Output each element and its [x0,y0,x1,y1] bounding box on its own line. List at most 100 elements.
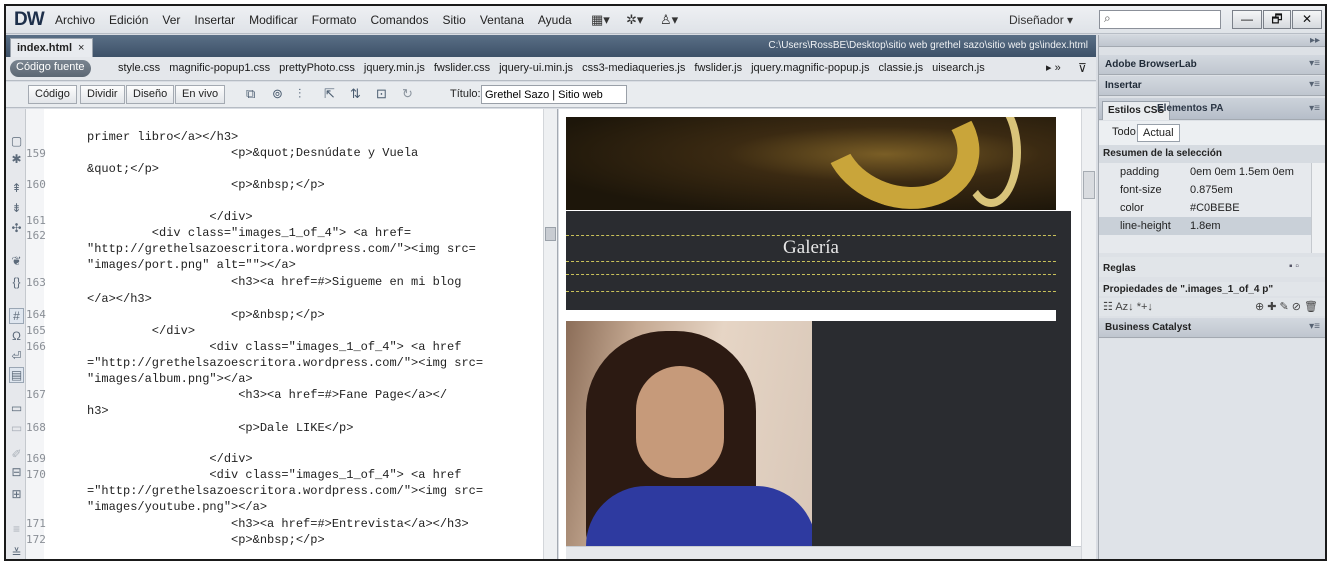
dock-collapse-bar[interactable]: ▸▸ [1099,35,1325,47]
help-search-input[interactable]: ⌕ [1099,10,1221,29]
preview-browser-icon[interactable]: ⇱ [324,86,335,102]
insertar-panel-header[interactable]: Insertar ▾≡ [1099,76,1325,96]
menu-modificar[interactable]: Modificar [242,13,305,27]
property-row-selected[interactable]: line-height 1.8em [1099,217,1311,235]
mode-current-button[interactable]: Actual [1137,124,1180,142]
menu-insertar[interactable]: Insertar [187,13,242,27]
expand-icon[interactable]: ▸▸ [1310,35,1320,46]
show-code-navigator-icon[interactable]: ✱ [9,152,24,166]
code-line: <p>Dale LIKE</p> [87,421,354,435]
business-catalyst-header[interactable]: Business Catalyst ▾≡ [1099,318,1325,338]
property-row[interactable]: font-size 0.875em [1099,181,1311,199]
tab-ap-elements[interactable]: Elementos PA [1157,103,1224,114]
multiscreen-icon[interactable]: ⫶ [298,86,301,102]
properties-scrollbar[interactable] [1311,163,1325,253]
format-source-icon[interactable]: ≚ [9,546,24,559]
related-file[interactable]: style.css [118,62,160,74]
live-view-button[interactable]: En vivo [175,85,226,104]
open-documents-icon[interactable]: ▢ [9,134,24,148]
design-view[interactable]: Galería [559,109,1096,559]
related-file[interactable]: prettyPhoto.css [279,62,355,74]
expand-all-icon[interactable]: ✣ [9,221,24,235]
related-file[interactable]: fwslider.js [694,62,742,74]
menu-comandos[interactable]: Comandos [363,13,435,27]
close-tab-icon[interactable]: × [78,42,84,54]
tab-index-html[interactable]: index.html × [10,38,94,57]
apply-comment-icon[interactable]: ▭ [9,401,24,415]
related-file[interactable]: uisearch.js [932,62,985,74]
collapse-selection-icon[interactable]: ⇟ [9,201,24,215]
related-file[interactable]: jquery.magnific-popup.js [751,62,869,74]
rules-view-icon[interactable]: ▪ ▫ [1289,261,1299,272]
code-view-button[interactable]: Código [28,85,77,104]
recent-snippets-icon[interactable]: ⊟ [9,465,24,479]
category-view-icon[interactable]: ☷ [1103,301,1115,313]
panel-menu-icon[interactable]: ▾≡ [1309,103,1320,114]
workspace-switcher[interactable]: Diseñador ▾ [1009,13,1073,27]
page-title-input[interactable] [481,85,627,104]
menu-archivo[interactable]: Archivo [48,13,102,27]
menu-ver[interactable]: Ver [155,13,187,27]
layout-icon[interactable]: ▦▾ [591,12,610,28]
related-file[interactable]: jquery.min.js [364,62,425,74]
design-view-button[interactable]: Diseño [126,85,175,104]
refresh-icon[interactable]: ↻ [402,86,413,102]
menu-sitio[interactable]: Sitio [435,13,472,27]
dreamweaver-window: DW Archivo Edición Ver Insertar Modifica… [4,4,1327,561]
mode-all-button[interactable]: Todo [1107,124,1141,142]
indent-code-icon[interactable]: ≡ [9,522,24,536]
alpha-sort-icon[interactable]: Az↓ [1115,301,1136,313]
related-file[interactable]: magnific-popup1.css [169,62,270,74]
files-scroll-right-icon[interactable]: ▸ » [1046,61,1061,74]
menu-formato[interactable]: Formato [305,13,364,27]
syntax-error-icon[interactable]: ▤ [9,367,24,383]
related-file[interactable]: jquery-ui.min.js [499,62,573,74]
property-row[interactable]: padding 0em 0em 1.5em 0em [1099,163,1311,181]
panel-menu-icon[interactable]: ▾≡ [1309,79,1320,90]
live-code-icon[interactable]: ⧉ [246,86,255,102]
collapse-tag-icon[interactable]: ⇞ [9,181,24,195]
code-line: primer libro</a></h3> [87,130,239,144]
extensions-gear-icon[interactable]: ✲▾ [626,12,643,28]
restore-button[interactable]: 🗗 [1263,10,1291,29]
balance-braces-icon[interactable]: {} [9,275,24,289]
inspect-icon[interactable]: ⊚ [272,86,283,102]
highlight-invalid-icon[interactable]: Ω [9,329,24,343]
menu-ayuda[interactable]: Ayuda [531,13,579,27]
design-scrollbar[interactable] [1081,109,1096,559]
property-row[interactable]: color #C0BEBE [1099,199,1311,217]
filter-icon[interactable]: ⊽ [1078,61,1087,75]
related-file[interactable]: classie.js [879,62,924,74]
design-hscrollbar[interactable] [566,546,1081,559]
remove-comment-icon[interactable]: ▭ [9,421,24,435]
code-view[interactable]: ▢ ✱ ⇞ ⇟ ✣ ❦ {} # Ω ⏎ ▤ ▭ ▭ ✐ ⊟ ⊞ ≡ ≚ 159… [6,109,558,559]
move-css-icon[interactable]: ⊞ [9,487,24,501]
code-line: </div> [87,324,196,338]
close-button[interactable]: ✕ [1292,10,1322,29]
menu-ventana[interactable]: Ventana [473,13,531,27]
related-file[interactable]: fwslider.css [434,62,490,74]
split-view-button[interactable]: Dividir [80,85,125,104]
code-scrollbar[interactable] [543,109,557,559]
visual-aids-icon[interactable]: ⊡ [376,86,387,102]
line-numbers-icon[interactable]: # [9,308,24,324]
menu-edicion[interactable]: Edición [102,13,155,27]
browserlab-panel-header[interactable]: Adobe BrowserLab ▾≡ [1099,55,1325,75]
word-wrap-icon[interactable]: ⏎ [9,349,24,363]
css-actions-icons[interactable]: ⊕ ✚ ✎ ⊘ 🗑 [1255,300,1318,313]
file-management-icon[interactable]: ⇅ [350,86,361,102]
panel-menu-icon[interactable]: ▾≡ [1309,321,1320,332]
site-manager-icon[interactable]: ♙▾ [660,12,678,28]
set-properties-icon[interactable]: *+↓ [1137,301,1153,313]
tab-label: index.html [17,42,73,54]
scroll-thumb[interactable] [545,227,556,241]
wrap-tag-icon[interactable]: ✐ [9,447,24,461]
line-number: 166 [26,340,46,353]
related-file[interactable]: css3-mediaqueries.js [582,62,685,74]
gallery-band: Galería [566,211,1066,310]
scroll-thumb[interactable] [1083,171,1095,199]
source-code-button[interactable]: Código fuente [10,60,91,77]
panel-menu-icon[interactable]: ▾≡ [1309,58,1320,69]
minimize-button[interactable]: — [1232,10,1262,29]
select-parent-tag-icon[interactable]: ❦ [9,254,24,268]
